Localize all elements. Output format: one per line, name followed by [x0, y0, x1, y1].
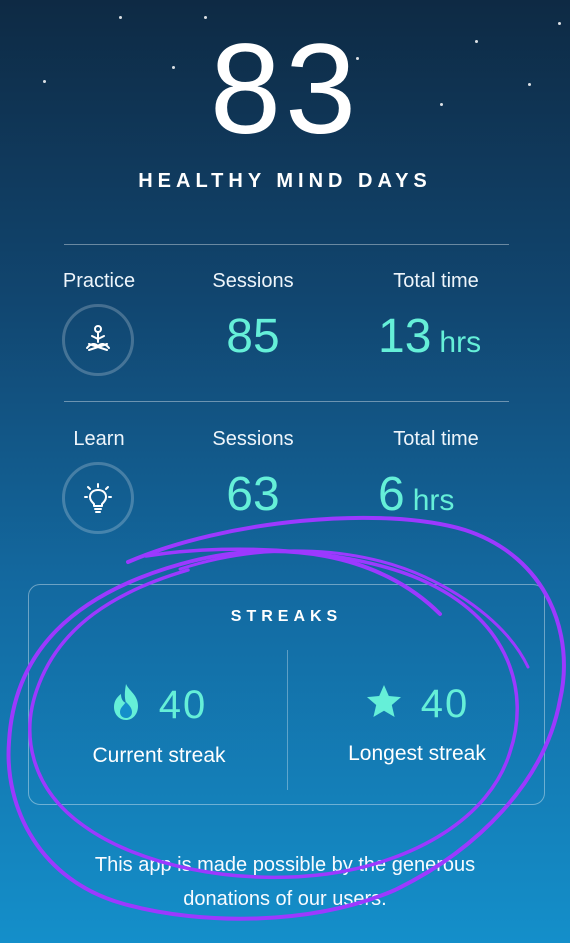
- practice-total-time-value: 13 hrs: [378, 313, 528, 361]
- current-streak-label: Current streak: [92, 744, 226, 767]
- learn-total-time-label: Total time: [393, 428, 479, 450]
- longest-streak-label: Longest streak: [348, 742, 486, 765]
- practice-time-number: 13: [378, 310, 432, 363]
- middle-divider: [64, 401, 509, 402]
- streaks-divider: [287, 650, 288, 790]
- longest-streak: 40 Longest streak: [297, 683, 537, 766]
- streaks-title: STREAKS: [230, 608, 343, 625]
- learn-total-time-value: 6 hrs: [378, 471, 528, 519]
- current-streak: 40 Current streak: [39, 683, 279, 768]
- footer-line-2: donations of our users.: [183, 888, 387, 910]
- longest-streak-value: 40: [420, 681, 470, 726]
- star-icon: [365, 683, 403, 724]
- star-dot: [204, 16, 207, 19]
- longest-streak-main: 40: [297, 683, 537, 724]
- healthy-mind-days-value: 83: [209, 18, 361, 161]
- top-divider: [64, 244, 509, 245]
- star-dot: [119, 16, 122, 19]
- star-dot: [558, 22, 561, 25]
- current-streak-value: 40: [158, 682, 208, 727]
- practice-time-unit: hrs: [439, 326, 482, 359]
- learn-stats-row: Learn Sessions Total time 63 6 hrs: [0, 428, 570, 558]
- learn-label: Learn: [73, 428, 125, 450]
- practice-sessions-label: Sessions: [212, 270, 294, 292]
- learn-time-unit: hrs: [412, 484, 455, 517]
- footer-message: This app is made possible by the generou…: [0, 848, 570, 916]
- healthy-mind-days-label: HEALTHY MIND DAYS: [138, 170, 432, 192]
- footer-line-1: This app is made possible by the generou…: [94, 854, 476, 876]
- learn-sessions-value: 63: [226, 468, 280, 521]
- practice-label: Practice: [62, 270, 136, 292]
- practice-sessions-value: 85: [226, 310, 280, 363]
- streaks-card: STREAKS 40 Current streak 40 Longest str…: [28, 584, 545, 805]
- practice-stats-row: Practice Sessions Total time 85 13 hrs: [0, 270, 570, 400]
- lightbulb-icon: [62, 462, 134, 534]
- learn-sessions-label: Sessions: [212, 428, 294, 450]
- flame-icon: [111, 683, 141, 726]
- practice-total-time-label: Total time: [393, 270, 479, 292]
- meditation-icon: [62, 304, 134, 376]
- learn-time-number: 6: [378, 468, 405, 521]
- current-streak-main: 40: [39, 683, 279, 726]
